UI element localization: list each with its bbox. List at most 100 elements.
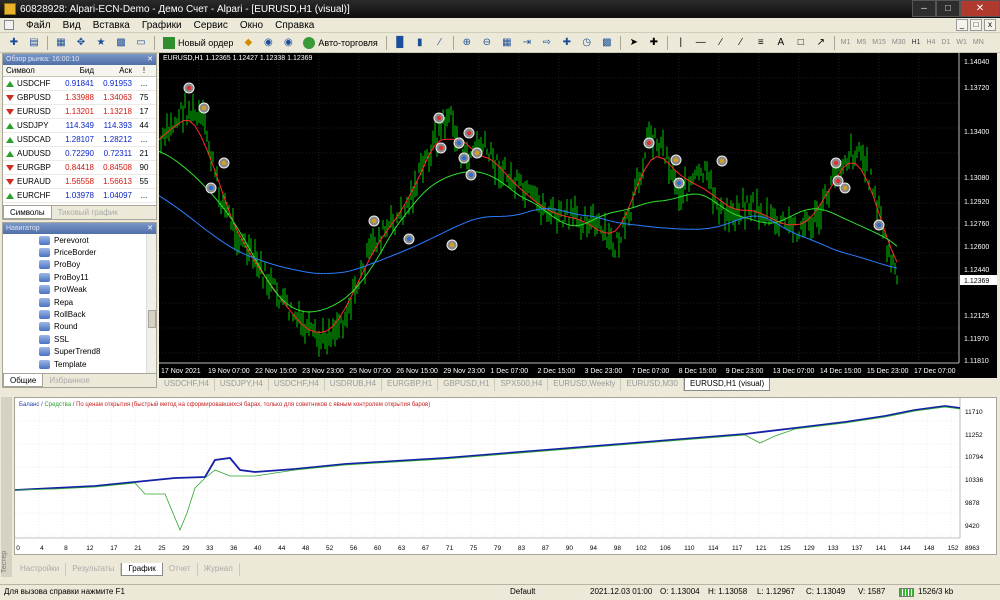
cursor-icon[interactable]: ➤ [626,36,642,50]
col-symbol[interactable]: Символ [3,65,58,76]
minimize-button[interactable]: – [912,0,936,17]
market-watch-row[interactable]: USDCAD 1.28107 1.28212... [3,133,156,147]
connection-status-icon[interactable] [899,588,914,597]
tab-report[interactable]: Отчет [163,563,198,576]
zoom-in-icon[interactable]: ⊕ [459,36,475,50]
close-icon[interactable]: ✕ [147,54,153,65]
chart-tab[interactable]: USDJPY,H4 [215,378,269,391]
timeframe-mn[interactable]: MN [973,39,984,46]
text-icon[interactable]: A [773,36,789,50]
price-chart-canvas[interactable]: 1.14040 1.13720 1.13400 1.13080 1.12920 1.127… [158,52,997,378]
navigator-item[interactable]: SSL [3,333,147,345]
new-order-button[interactable]: Новый ордер [160,35,236,51]
text-label-icon[interactable]: □ [793,36,809,50]
bar-chart-icon[interactable]: █ [392,36,408,50]
chart-tab[interactable]: GBPUSD,H1 [438,378,496,391]
navigator-item[interactable]: Repa [3,296,147,308]
tab-settings[interactable]: Настройки [14,563,67,576]
candlestick-icon[interactable]: ▮ [412,36,428,50]
autoscroll-icon[interactable]: ⇥ [519,36,535,50]
menu-view[interactable]: Вид [57,20,87,31]
navigator-item[interactable]: PriceBorder [3,246,147,258]
menu-window[interactable]: Окно [234,20,269,31]
terminal-icon[interactable]: ▩ [113,36,129,50]
market-watch-row[interactable]: EURCHF 1.03978 1.04097... [3,189,156,203]
col-spread[interactable]: ! [134,65,154,76]
navigator-scrollbar[interactable] [146,234,156,374]
chart-tab[interactable]: USDCHF,H4 [159,378,215,391]
tab-tick-chart[interactable]: Тиковый график [52,206,124,219]
col-bid[interactable]: Бид [58,65,96,76]
price-chart[interactable]: 1.14040 1.13720 1.13400 1.13080 1.12920 1.127… [158,52,997,378]
col-ask[interactable]: Аск [96,65,134,76]
tab-symbols[interactable]: Символы [3,206,52,219]
tab-graph[interactable]: График [121,563,163,576]
market-watch-row[interactable]: EURGBP 0.84418 0.84508 90 [3,161,156,175]
crosshair-icon[interactable]: ✚ [646,36,662,50]
indicators-icon[interactable]: ✚ [559,36,575,50]
close-icon[interactable]: ✕ [147,223,153,234]
timeframe-m1[interactable]: M1 [841,39,851,46]
child-restore-button[interactable]: □ [970,19,982,31]
scrollbar-thumb[interactable] [148,310,156,328]
horizontal-line-icon[interactable]: — [693,36,709,50]
navigator-item[interactable]: ProWeak [3,284,147,296]
timeframe-w1[interactable]: W1 [956,39,967,46]
chart-tab[interactable]: EURUSD,M30 [621,378,684,391]
market-watch-row[interactable]: GBPUSD 1.33988 1.34063 75 [3,91,156,105]
tab-journal[interactable]: Журнал [198,563,240,576]
timeframe-d1[interactable]: D1 [941,39,950,46]
market-watch-row[interactable]: EURUSD 1.13201 1.13218 17 [3,105,156,119]
tab-results[interactable]: Результаты [66,563,122,576]
status-profile[interactable]: Default [510,587,535,596]
market-watch-icon[interactable]: ▦ [53,36,69,50]
tab-favorites[interactable]: Избранное [43,374,96,387]
menu-file[interactable]: Файл [20,20,57,31]
timeframe-h4[interactable]: H4 [926,39,935,46]
new-chart-icon[interactable]: ✚ [6,36,22,50]
menu-charts[interactable]: Графики [136,20,188,31]
fibonacci-icon[interactable]: ≡ [753,36,769,50]
arrows-icon[interactable]: ↗ [813,36,829,50]
navigator-item[interactable]: Perevorot [3,234,147,246]
close-button[interactable]: ✕ [960,0,1000,17]
chart-tab[interactable]: EURGBP,H1 [382,378,439,391]
maximize-button[interactable]: □ [936,0,960,17]
navigator-item[interactable]: ProBoy [3,259,147,271]
tile-windows-icon[interactable]: ▦ [499,36,515,50]
chart-tab[interactable]: USDCHF,H4 [269,378,325,391]
data-window-icon[interactable]: ✥ [73,36,89,50]
chart-tab[interactable]: USDRUB,H4 [325,378,383,391]
channel-icon[interactable]: ⁄ [733,36,749,50]
navigator-item[interactable]: Template [3,358,147,370]
autotrading-button[interactable]: Авто-торговля [300,35,380,51]
line-chart-icon[interactable]: ∕ [432,36,448,50]
vertical-line-icon[interactable]: | [673,36,689,50]
timeframe-h1[interactable]: H1 [912,39,921,46]
chart-shift-icon[interactable]: ⇨ [539,36,555,50]
templates-icon[interactable]: ▩ [599,36,615,50]
market-watch-row[interactable]: AUDUSD 0.72290 0.72311 21 [3,147,156,161]
navigator-item[interactable]: SuperTrend8 [3,346,147,358]
zoom-out-icon[interactable]: ⊖ [479,36,495,50]
chart-tab[interactable]: EURUSD,Weekly [548,378,622,391]
signals-icon[interactable]: ◉ [260,36,276,50]
timeframe-m15[interactable]: M15 [872,39,886,46]
navigator-icon[interactable]: ★ [93,36,109,50]
chart-tab[interactable]: EURUSD,H1 (visual) [683,378,771,391]
timeframe-m30[interactable]: M30 [892,39,906,46]
menu-insert[interactable]: Вставка [87,20,136,31]
tester-icon[interactable]: ▭ [133,36,149,50]
metaeditor-icon[interactable]: ◆ [240,36,256,50]
menu-tools[interactable]: Сервис [188,20,234,31]
market-icon[interactable]: ◉ [280,36,296,50]
navigator-item[interactable]: ProBoy11 [3,271,147,283]
market-watch-row[interactable]: EURAUD 1.56558 1.56613 55 [3,175,156,189]
child-close-button[interactable]: x [984,19,996,31]
profiles-icon[interactable]: ▤ [26,36,42,50]
navigator-item[interactable]: Round [3,321,147,333]
document-icon[interactable] [4,20,14,30]
timeframe-m5[interactable]: M5 [857,39,867,46]
menu-help[interactable]: Справка [269,20,320,31]
chart-tab[interactable]: SPX500,H4 [495,378,549,391]
